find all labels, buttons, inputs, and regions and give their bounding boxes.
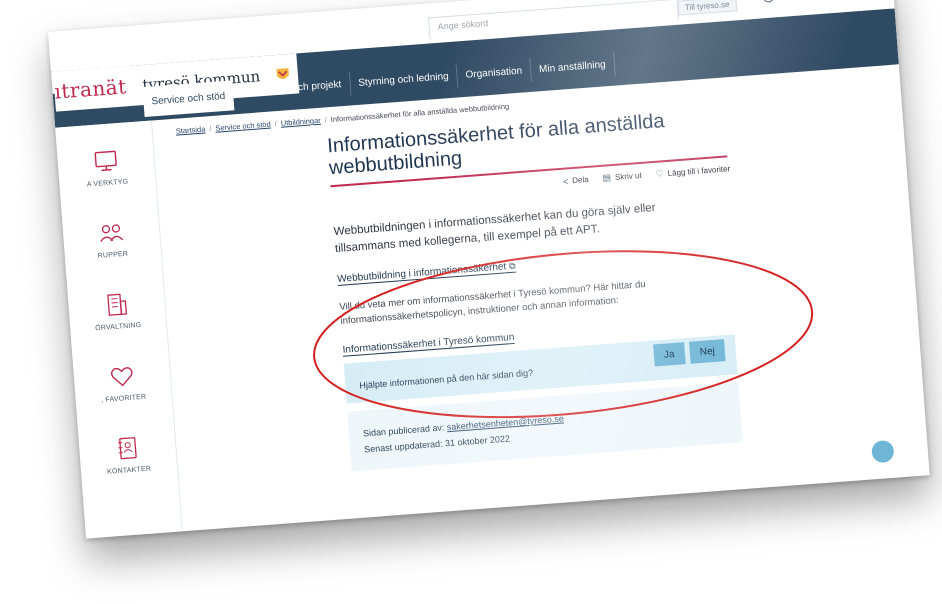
share-label: Dela — [571, 174, 589, 186]
screenshot-stage: Ange sökord Till tyreso.se ? ıtranät tyr… — [0, 0, 942, 604]
rail-label: , FAVORITER — [100, 393, 147, 405]
breadcrumb-link[interactable]: Startsida — [175, 124, 205, 135]
course-link[interactable]: Webbutbildning i informationssäkerhet ⧉ — [336, 260, 517, 286]
published-by: Sidan publicerad av: sakerhetsenheten@ty… — [363, 413, 564, 438]
heart-icon — [110, 367, 133, 387]
print-button[interactable]: ▤ Skriv ut — [602, 170, 642, 184]
feedback-question: Hjälpte informationen på den här sidan d… — [359, 367, 534, 391]
rail-label: RUPPER — [97, 250, 129, 260]
utility-icons: ? — [761, 0, 832, 4]
course-link-label: Webbutbildning i informationssäkerhet — [336, 261, 507, 285]
updated-date: 31 oktober 2022 — [444, 433, 511, 449]
share-icon: < — [562, 175, 569, 187]
breadcrumb-link[interactable]: Utbildningar — [280, 116, 321, 128]
tab-organisation[interactable]: Organisation — [456, 57, 532, 88]
yes-button[interactable]: Ja — [653, 342, 686, 367]
rail-item-kontakter[interactable]: KONTAKTER — [79, 432, 178, 478]
rail-label: KONTAKTER — [106, 465, 152, 476]
favorite-label: Lägg till i favoriter — [667, 164, 731, 178]
tab-min-anstallning[interactable]: Min anställning — [530, 51, 616, 82]
publisher-email-link[interactable]: sakerhetsenheten@tyreso.se — [446, 413, 564, 432]
rail-label: ÖRVALTNING — [94, 321, 142, 333]
monitor-icon — [94, 150, 117, 172]
favorite-button[interactable]: ♡ Lägg till i favoriter — [655, 163, 730, 180]
external-link-icon: ⧉ — [508, 260, 517, 272]
rail-label: A VERKTYG — [86, 178, 129, 189]
no-button[interactable]: Nej — [689, 339, 726, 364]
scroll-top-button[interactable] — [871, 439, 895, 464]
tyreso-link[interactable]: Till tyreso.se — [677, 0, 737, 16]
published-by-label: Sidan publicerad av: — [362, 422, 445, 439]
updated-label: Senast uppdaterad: — [363, 438, 443, 455]
intranet-logo[interactable]: ıtranät — [54, 74, 128, 103]
main-content: Informationssäkerhet för alla anställda … — [327, 102, 791, 472]
building-icon — [107, 293, 128, 316]
rail-item-favoriter[interactable]: , FAVORITER — [73, 360, 172, 406]
groups-icon — [100, 224, 124, 242]
rail-item-verktyg[interactable]: A VERKTYG — [57, 144, 156, 190]
left-rail: A VERKTYG RUPPER ÖRVALTNING , FAVORITER … — [55, 120, 183, 539]
contacts-icon — [117, 437, 137, 460]
print-label: Skriv ut — [614, 170, 642, 182]
intranet-page: Ange sökord Till tyreso.se ? ıtranät tyr… — [48, 0, 930, 539]
breadcrumb-separator: / — [208, 124, 212, 134]
breadcrumb-separator: / — [324, 115, 328, 125]
breadcrumb-separator: / — [274, 119, 278, 129]
rail-item-grupper[interactable]: RUPPER — [62, 216, 161, 262]
help-icon[interactable]: ? — [761, 0, 776, 4]
bell-icon[interactable] — [789, 0, 804, 2]
print-icon: ▤ — [602, 172, 612, 183]
rail-item-forvaltning[interactable]: ÖRVALTNING — [68, 288, 167, 334]
breadcrumb-link[interactable]: Service och stöd — [215, 120, 271, 133]
share-button[interactable]: < Dela — [563, 174, 589, 187]
heart-icon: ♡ — [655, 168, 664, 179]
